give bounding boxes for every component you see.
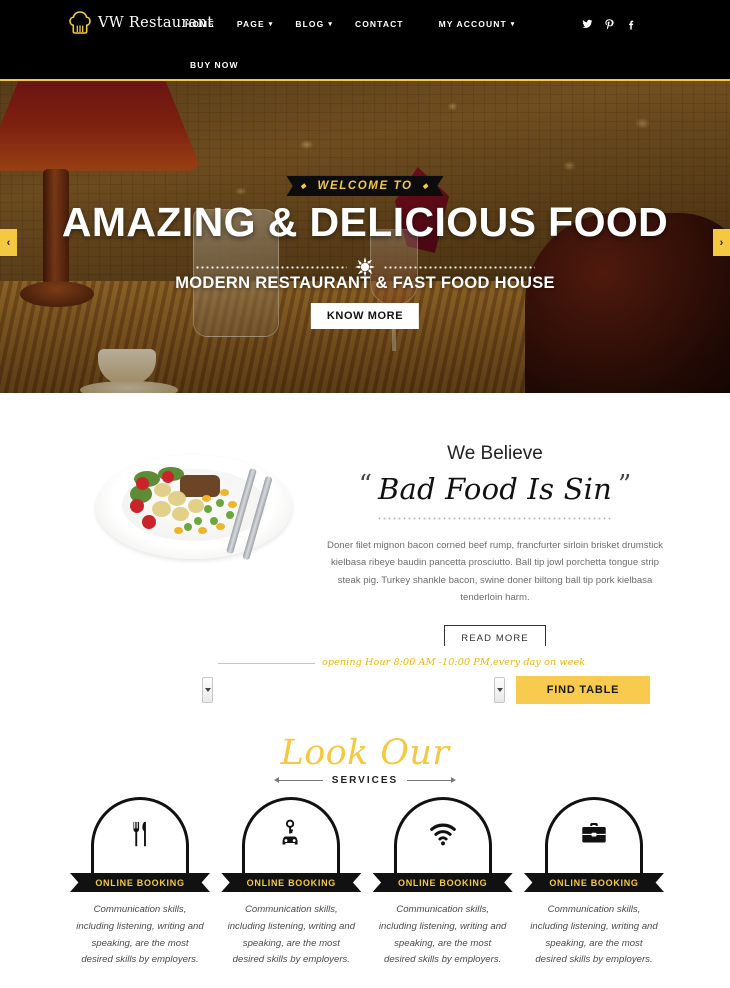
twitter-icon[interactable]	[582, 18, 593, 30]
nav-item-home[interactable]: HOME	[185, 17, 237, 31]
nav-label: CONTACT	[354, 19, 404, 29]
chevron-down-icon	[496, 688, 503, 692]
primary-navigation: HOME PAGE ▾ BLOG ▾ CONTACT MY ACCOUNT ▾	[185, 17, 537, 31]
find-table-button[interactable]: FIND TABLE	[516, 676, 650, 704]
divider-dots-right	[383, 265, 535, 269]
services-title: Look Our	[280, 733, 450, 773]
service-arch	[379, 797, 507, 873]
rule-left-icon	[273, 777, 323, 783]
booking-rule	[218, 663, 315, 664]
booking-time-select[interactable]	[494, 677, 505, 703]
service-card[interactable]: ONLINE BOOKING Communication skills, inc…	[523, 797, 664, 969]
service-banner: ONLINE BOOKING	[523, 873, 664, 892]
services-section: Look Our SERVICES ONLINE BOOKING Communi…	[0, 725, 730, 988]
service-banner: ONLINE BOOKING	[372, 873, 513, 892]
we-believe-paragraph: Doner filet mignon bacon corned beef rum…	[327, 540, 663, 604]
fork-knife-icon	[133, 821, 146, 847]
service-banner: ONLINE BOOKING	[221, 873, 362, 892]
slider-next-arrow[interactable]: ›	[713, 229, 730, 256]
services-header: Look Our SERVICES	[0, 725, 730, 786]
hero-content: ◆ WELCOME TO ◆ AMAZING & DELICIOUS FOOD …	[0, 81, 730, 393]
service-card[interactable]: ONLINE BOOKING Communication skills, inc…	[221, 797, 362, 969]
service-card[interactable]: ONLINE BOOKING Communication skills, inc…	[372, 797, 513, 969]
food-plate-image	[88, 449, 316, 567]
rule-right-icon	[407, 777, 457, 783]
booking-date-select[interactable]	[202, 677, 213, 703]
quote-underline	[377, 517, 613, 520]
service-banner: ONLINE BOOKING	[70, 873, 210, 892]
service-arch	[227, 797, 355, 873]
services-subtitle: SERVICES	[331, 775, 399, 786]
chevron-down-icon	[204, 688, 211, 692]
diamond-icon: ◆	[300, 183, 308, 190]
service-cards: ONLINE BOOKING Communication skills, inc…	[70, 797, 664, 969]
service-arch	[76, 797, 204, 873]
service-description: Communication skills, including listenin…	[227, 904, 356, 966]
car-key-icon	[282, 819, 298, 845]
know-more-button[interactable]: KNOW MORE	[310, 303, 420, 329]
social-links	[582, 18, 637, 30]
nav-item-buy-now[interactable]: BUY NOW	[190, 58, 239, 72]
briefcase-icon	[582, 822, 606, 843]
facebook-icon[interactable]	[626, 18, 637, 30]
wifi-icon	[429, 823, 456, 846]
nav-label: BLOG	[295, 19, 325, 29]
nav-label: HOME	[185, 19, 215, 29]
service-description: Communication skills, including listenin…	[76, 904, 204, 966]
nav-label: BUY NOW	[190, 60, 239, 70]
hero-subtitle: MODERN RESTAURANT & FAST FOOD HOUSE	[175, 274, 555, 292]
nav-label: MY ACCOUNT	[438, 19, 507, 29]
restaurant-homepage: VW Restaurant HOME PAGE ▾ BLOG ▾ CONTACT…	[0, 0, 730, 988]
service-arch	[530, 797, 658, 873]
hero-slider: ◆ WELCOME TO ◆ AMAZING & DELICIOUS FOOD …	[0, 81, 730, 393]
chevron-down-icon: ▾	[510, 20, 516, 28]
we-believe-heading: We Believe	[447, 443, 543, 464]
slider-prev-arrow[interactable]: ‹	[0, 229, 17, 256]
quote-open-icon: “	[358, 470, 372, 500]
we-believe-content: We Believe “ Bad Food Is Sin ” Doner fil…	[305, 393, 685, 652]
nav-item-contact[interactable]: CONTACT	[355, 17, 439, 31]
diamond-icon: ◆	[422, 183, 430, 190]
we-believe-section: We Believe “ Bad Food Is Sin ” Doner fil…	[0, 393, 730, 652]
hero-title: AMAZING & DELICIOUS FOOD	[61, 199, 669, 245]
services-subtitle-row: SERVICES	[0, 775, 730, 786]
chef-hat-icon	[69, 11, 91, 34]
pinterest-icon[interactable]	[604, 18, 615, 30]
quote-text: Bad Food Is Sin	[378, 472, 612, 506]
service-description: Communication skills, including listenin…	[378, 904, 507, 966]
quote-block: “ Bad Food Is Sin ”	[305, 472, 685, 506]
chevron-down-icon: ▾	[268, 20, 274, 28]
quote-close-icon: ”	[618, 470, 632, 500]
nav-item-page[interactable]: PAGE ▾	[237, 17, 295, 31]
booking-bar: opening Hour 8:00 AM -10:00 PM,every day…	[0, 646, 730, 725]
opening-hours-text: opening Hour 8:00 AM -10:00 PM,every day…	[322, 657, 586, 668]
service-description: Communication skills, including listenin…	[530, 904, 658, 966]
service-card[interactable]: ONLINE BOOKING Communication skills, inc…	[70, 797, 210, 969]
divider-dots-left	[195, 265, 347, 269]
secondary-navigation: BUY NOW	[190, 58, 239, 72]
nav-label: PAGE	[236, 19, 265, 29]
nav-item-my-account[interactable]: MY ACCOUNT ▾	[439, 17, 538, 31]
hero-ribbon-label: WELCOME TO	[317, 180, 413, 192]
hero-ribbon: ◆ WELCOME TO ◆	[286, 176, 444, 196]
nav-item-blog[interactable]: BLOG ▾	[295, 17, 355, 31]
chevron-down-icon: ▾	[328, 20, 333, 28]
site-header: VW Restaurant HOME PAGE ▾ BLOG ▾ CONTACT…	[0, 0, 730, 81]
